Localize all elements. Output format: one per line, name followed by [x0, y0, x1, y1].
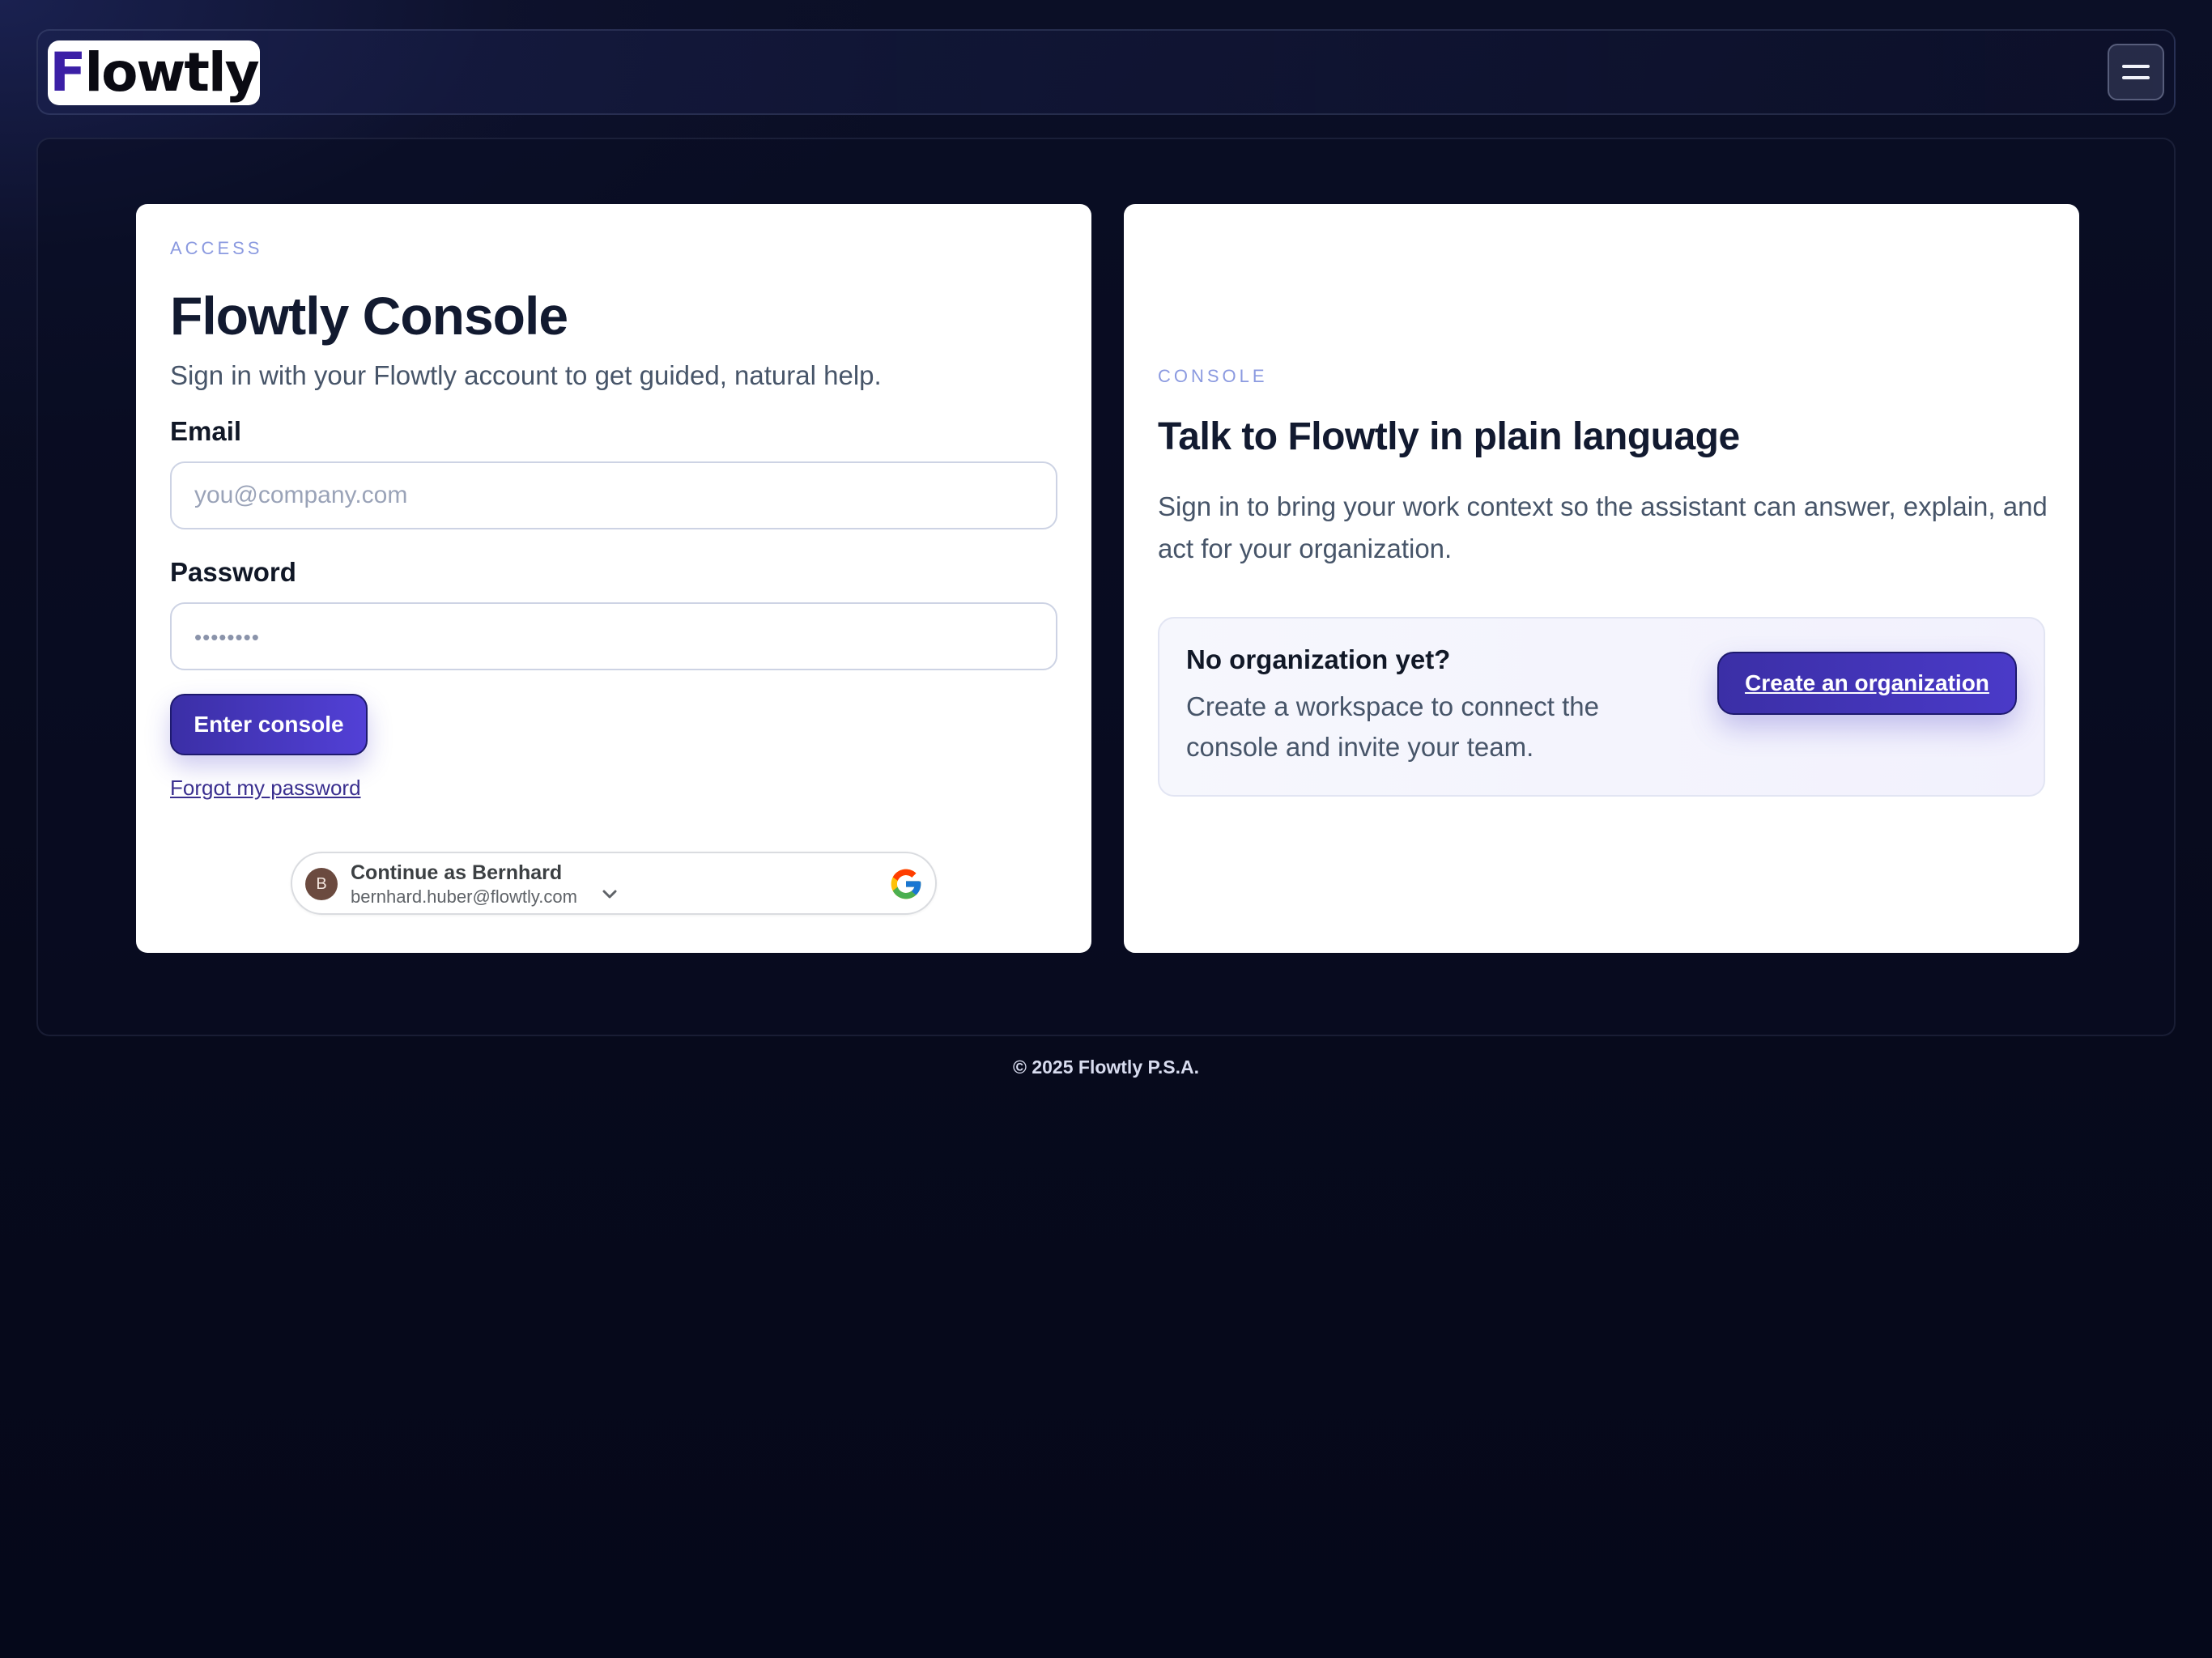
google-continue-button[interactable]: B Continue as Bernhard bernhard.huber@fl… [291, 852, 937, 915]
login-subtitle: Sign in with your Flowtly account to get… [170, 360, 882, 390]
email-label: Email [170, 416, 242, 446]
no-organization-panel: No organization yet? Create a workspace … [1158, 617, 2045, 797]
logo-text: Flowtly [49, 41, 259, 104]
google-account-email: bernhard.huber@flowtly.com [351, 886, 577, 907]
chevron-down-icon[interactable] [602, 889, 618, 900]
org-box-description: Create a workspace to connect the consol… [1186, 691, 1599, 762]
console-card: CONSOLE Talk to Flowtly in plain languag… [1124, 204, 2079, 953]
google-g-icon [891, 869, 921, 899]
flowtly-logo[interactable]: Flowtly [48, 40, 260, 105]
console-description: Sign in to bring your work context so th… [1158, 491, 2048, 563]
logo-initial: F [49, 41, 86, 104]
top-header: Flowtly [36, 29, 2176, 115]
access-eyebrow: ACCESS [170, 238, 263, 258]
email-field[interactable] [170, 461, 1057, 529]
password-field[interactable] [170, 602, 1057, 670]
menu-line-top [2122, 65, 2150, 68]
console-eyebrow: CONSOLE [1158, 366, 1268, 386]
org-box-title: No organization yet? [1186, 644, 1451, 674]
enter-console-button[interactable]: Enter console [170, 694, 368, 755]
create-organization-button[interactable]: Create an organization [1717, 652, 2017, 715]
password-mask: •••••••• [194, 625, 260, 649]
menu-line-bottom [2122, 76, 2150, 79]
main-panel: ACCESS Flowtly Console Sign in with your… [36, 138, 2176, 1036]
footer-copyright: © 2025 Flowtly P.S.A. [1013, 1056, 1199, 1078]
google-account-name: Continue as Bernhard [351, 861, 563, 884]
console-title: Talk to Flowtly in plain language [1158, 415, 1740, 458]
login-card: ACCESS Flowtly Console Sign in with your… [136, 204, 1091, 953]
page-title: Flowtly Console [170, 286, 568, 346]
avatar: B [305, 868, 338, 900]
hamburger-menu-icon[interactable] [2108, 44, 2164, 100]
forgot-password-link[interactable]: Forgot my password [170, 776, 361, 801]
password-label: Password [170, 557, 296, 587]
